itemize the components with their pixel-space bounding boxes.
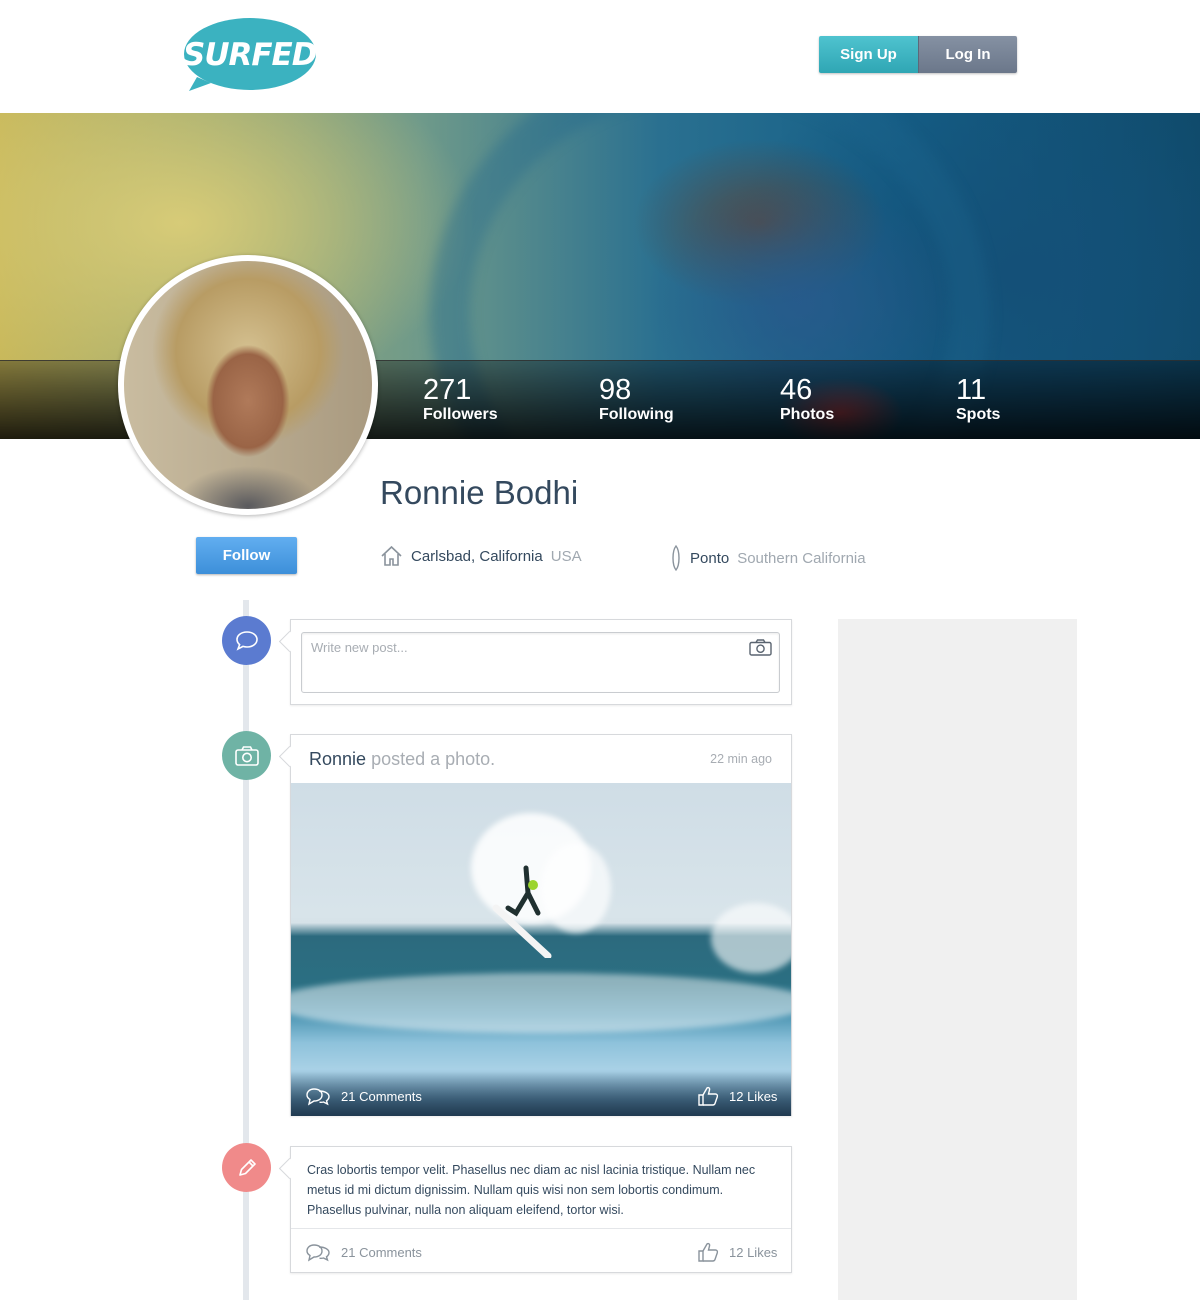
post-time: 22 min ago — [710, 752, 772, 766]
avatar[interactable] — [118, 255, 378, 515]
stat-label: Following — [599, 406, 674, 423]
comments-link[interactable]: 21 Comments — [305, 1086, 422, 1106]
spot-name: Ponto — [690, 549, 730, 567]
whitewater — [291, 973, 791, 1033]
stat-label: Followers — [423, 406, 498, 423]
post-photo[interactable]: 21 Comments 12 Likes — [291, 783, 791, 1116]
wave-spray — [711, 903, 791, 973]
camera-icon — [222, 731, 271, 780]
home-country: USA — [550, 547, 582, 565]
photo-footer: 21 Comments 12 Likes — [291, 1072, 791, 1116]
stat-value: 11 — [956, 374, 987, 406]
follow-button[interactable]: Follow — [196, 537, 297, 574]
post-action: posted a photo. — [371, 749, 496, 769]
home-spot: Ponto Southern California — [670, 545, 866, 571]
house-icon — [381, 545, 402, 566]
comments-link[interactable]: 21 Comments — [305, 1242, 422, 1262]
stat-spots[interactable]: 11 Spots — [956, 375, 1000, 425]
stat-label: Spots — [956, 406, 1001, 423]
likes-link[interactable]: 12 Likes — [697, 1242, 777, 1262]
stat-value: 271 — [423, 374, 472, 406]
likes-count: 12 Likes — [729, 1244, 778, 1260]
profile-name: Ronnie Bodhi — [380, 474, 579, 511]
likes-count: 12 Likes — [729, 1088, 778, 1104]
sign-up-button[interactable]: Sign Up — [819, 36, 918, 73]
text-post: Cras lobortis tempor velit. Phasellus ne… — [290, 1146, 792, 1273]
home-location: Carlsbad, California USA — [380, 545, 582, 567]
stat-label: Photos — [780, 406, 835, 423]
home-city: Carlsbad, California — [411, 547, 543, 565]
stat-value: 46 — [780, 374, 813, 406]
log-in-button[interactable]: Log In — [918, 36, 1017, 73]
new-post-composer — [290, 619, 792, 705]
likes-link[interactable]: 12 Likes — [697, 1086, 777, 1106]
thumbs-up-icon — [698, 1086, 719, 1106]
post-author[interactable]: Ronnie — [309, 749, 366, 769]
camera-icon[interactable] — [749, 639, 772, 661]
comments-count: 21 Comments — [341, 1244, 422, 1260]
sidebar-panel — [838, 619, 1077, 1300]
auth-buttons: Sign Up Log In — [819, 36, 1017, 73]
stat-following[interactable]: 98 Following — [599, 375, 674, 425]
post-input-box — [301, 632, 780, 693]
logo-text: SURFED.it — [183, 37, 352, 73]
post-footer: 21 Comments 12 Likes — [291, 1228, 791, 1273]
chat-bubble-icon — [222, 616, 271, 665]
spot-region: Southern California — [737, 549, 866, 567]
avatar-photo — [124, 261, 372, 509]
pencil-icon — [222, 1143, 271, 1192]
stat-value: 98 — [599, 374, 632, 406]
comments-count: 21 Comments — [341, 1088, 422, 1104]
surfboard-icon — [672, 545, 680, 571]
thumbs-up-icon — [698, 1242, 719, 1262]
photo-post: Ronnie posted a photo. 22 min ago 21 Com… — [290, 734, 792, 1116]
post-body: Cras lobortis tempor velit. Phasellus ne… — [307, 1163, 756, 1217]
stat-photos[interactable]: 46 Photos — [780, 375, 834, 425]
new-post-input[interactable] — [311, 640, 731, 655]
post-header: Ronnie posted a photo. — [309, 749, 495, 770]
stat-followers[interactable]: 271 Followers — [423, 375, 498, 425]
surfer-figure — [492, 865, 552, 958]
comments-icon — [306, 1244, 330, 1262]
comments-icon — [306, 1088, 330, 1106]
surfed-logo[interactable]: SURFED.it — [183, 17, 352, 95]
timeline-line — [243, 600, 249, 1300]
